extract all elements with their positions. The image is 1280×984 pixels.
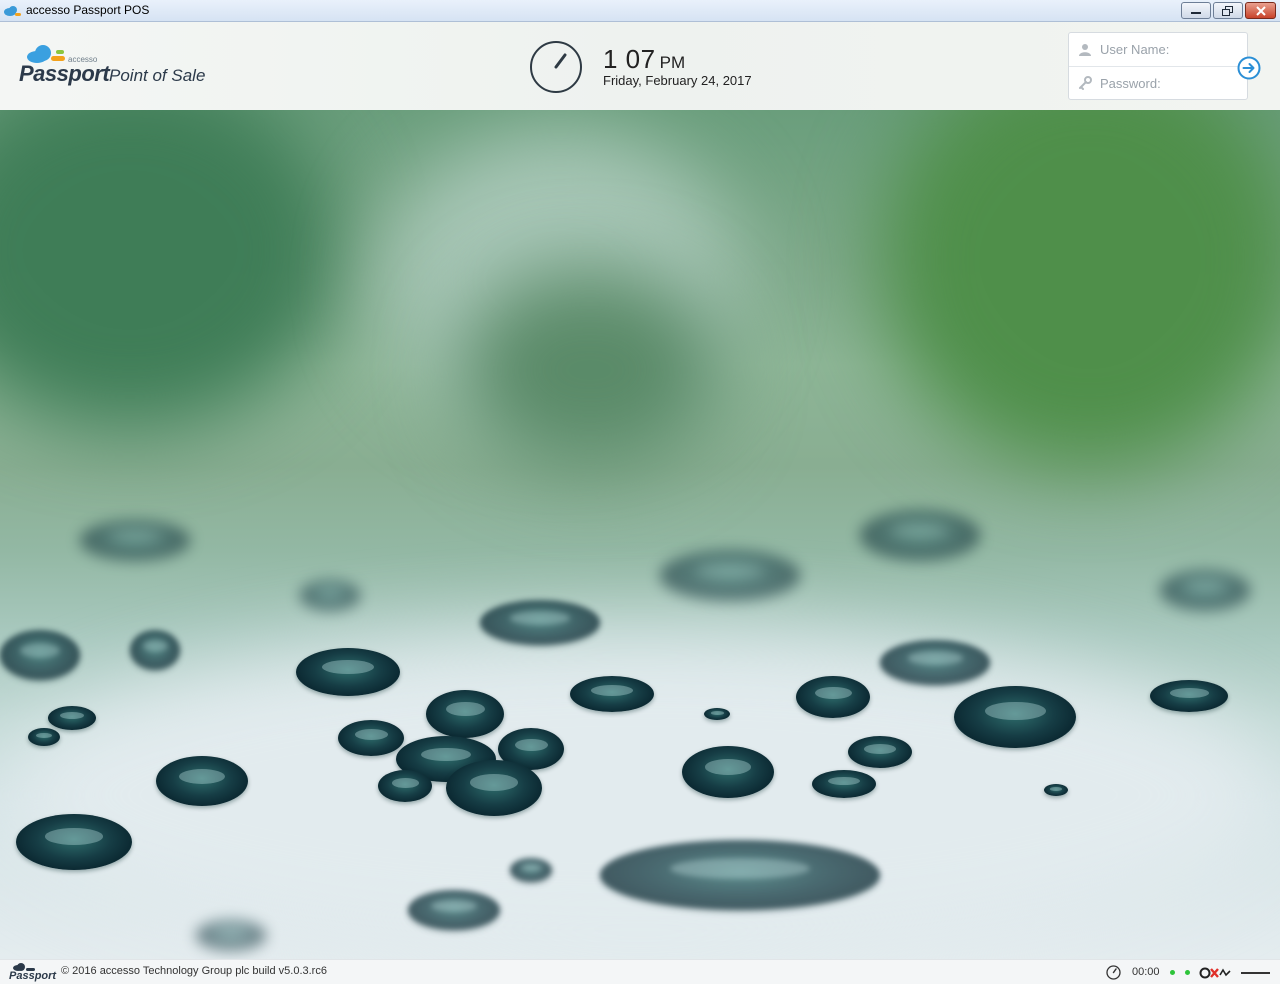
logo-tagline: Point of Sale [109, 66, 206, 85]
status-indicator-green-1 [1170, 970, 1175, 975]
time-ampm: PM [659, 53, 686, 72]
session-timer: 00:00 [1132, 966, 1160, 978]
restore-button[interactable] [1213, 2, 1243, 19]
arrow-right-circle-icon [1237, 56, 1260, 79]
login-form [1068, 32, 1248, 100]
key-icon [1079, 76, 1092, 90]
time-hours-minutes: 1 07 [603, 44, 656, 74]
user-icon [1079, 43, 1091, 56]
menu-line-icon[interactable] [1241, 972, 1270, 974]
restore-icon [1222, 5, 1233, 16]
background-image [0, 110, 1280, 959]
status-bar: Passport © 2016 accesso Technology Group… [0, 959, 1280, 984]
session-clock-icon [1106, 965, 1121, 980]
login-submit-button[interactable] [1236, 55, 1261, 80]
clock-icon [530, 41, 582, 93]
close-icon [1255, 5, 1266, 16]
current-date: Friday, February 24, 2017 [603, 73, 752, 88]
window-title: accesso Passport POS [26, 3, 150, 17]
connection-status-icon[interactable] [1199, 965, 1233, 979]
header-bar: accesso Passport Point of Sale 1 07 PM Fr… [0, 22, 1280, 110]
username-row [1069, 33, 1247, 66]
footer-logo: Passport [9, 963, 57, 983]
logo-brand-text: Passport [19, 61, 110, 86]
footer-brand: Passport [9, 970, 57, 982]
password-row [1069, 66, 1247, 99]
window-title-bar: accesso Passport POS [0, 0, 1280, 22]
app-cloud-icon [4, 6, 21, 16]
username-input[interactable] [1100, 42, 1240, 57]
current-time: 1 07 PM [603, 44, 685, 75]
password-input[interactable] [1100, 75, 1240, 91]
copyright-text: © 2016 accesso Technology Group plc buil… [61, 965, 327, 977]
close-button[interactable] [1245, 2, 1276, 19]
minimize-icon [1191, 11, 1201, 14]
status-indicator-green-2 [1185, 970, 1190, 975]
passport-logo: accesso Passport Point of Sale [18, 42, 218, 92]
minimize-button[interactable] [1181, 2, 1211, 19]
